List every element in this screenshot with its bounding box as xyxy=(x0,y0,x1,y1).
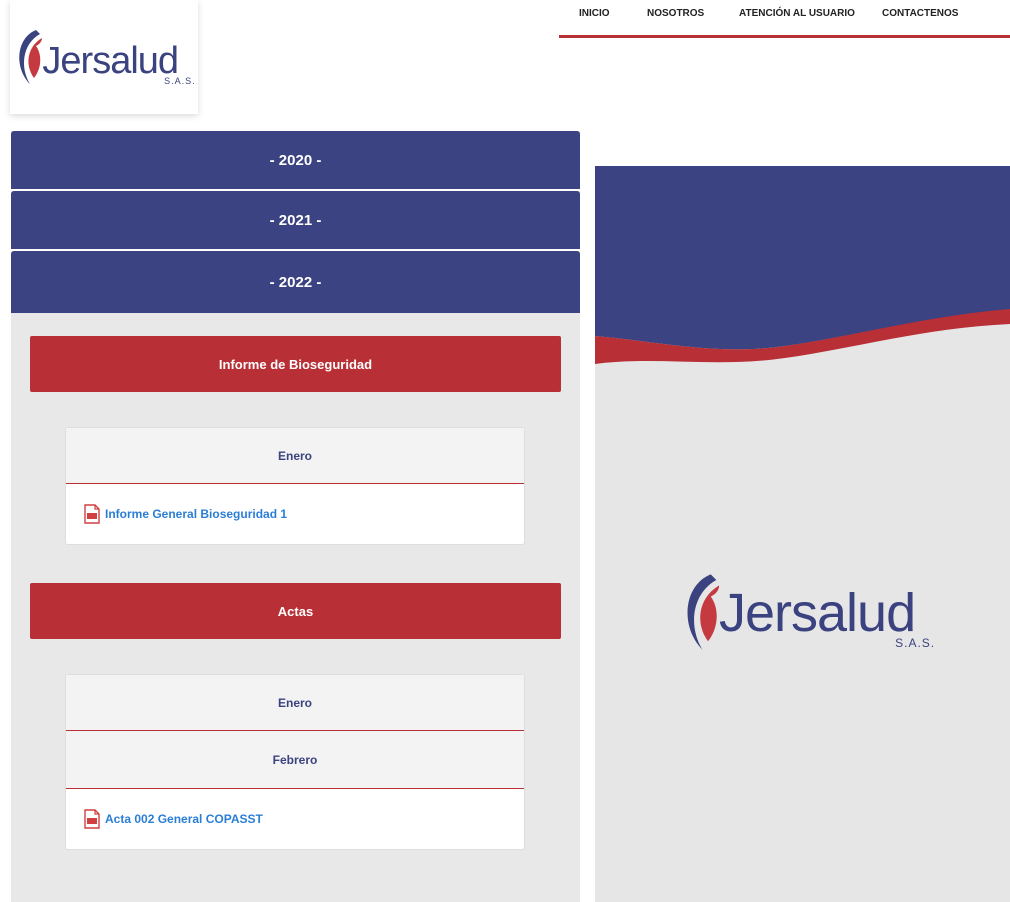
side-banner: Jersalud S.A.S. xyxy=(595,166,1010,902)
pdf-icon xyxy=(84,504,100,524)
month-enero-header[interactable]: Enero xyxy=(66,675,524,731)
documents-accordion: - 2020 - - 2021 - - 2022 - Informe de Bi… xyxy=(11,131,580,902)
actas-card: Enero Febrero Acta 002 General COPASST xyxy=(65,674,525,850)
nav-atencion-al-usuario[interactable]: ATENCIÓN AL USUARIO xyxy=(739,8,855,19)
section-actas-button[interactable]: Actas xyxy=(30,583,561,639)
month-febrero-header[interactable]: Febrero xyxy=(66,731,524,789)
nav-nosotros[interactable]: NOSOTROS xyxy=(647,8,704,19)
page: Jersalud S.A.S. INICIO NOSOTROS ATENCIÓN… xyxy=(0,0,1010,902)
top-nav: INICIO NOSOTROS ATENCIÓN AL USUARIO CONT… xyxy=(559,0,1010,38)
logo-wordmark: Jersalud xyxy=(42,40,179,82)
month-enero-header[interactable]: Enero xyxy=(66,428,524,484)
nav-contactenos[interactable]: CONTACTENOS xyxy=(882,8,958,19)
nav-inicio[interactable]: INICIO xyxy=(579,8,610,19)
file-link-informe-bioseguridad[interactable]: Informe General Bioseguridad 1 xyxy=(105,507,287,521)
bioseguridad-card: Enero Informe General Bioseguridad 1 xyxy=(65,427,525,545)
wave-graphic xyxy=(595,166,1010,364)
banner-logo: Jersalud S.A.S. xyxy=(677,566,935,658)
logo-lockup: Jersalud S.A.S. xyxy=(12,24,195,90)
logo-suffix: S.A.S. xyxy=(164,76,196,86)
file-row: Informe General Bioseguridad 1 xyxy=(66,484,524,544)
header-logo[interactable]: Jersalud S.A.S. xyxy=(10,0,198,114)
pdf-icon xyxy=(84,809,100,829)
banner-suffix: S.A.S. xyxy=(895,636,936,650)
year-2020-header[interactable]: - 2020 - xyxy=(11,131,580,191)
section-bioseguridad-button[interactable]: Informe de Bioseguridad xyxy=(30,336,561,392)
banner-wordmark: Jersalud xyxy=(719,583,916,643)
file-link-acta-copasst[interactable]: Acta 002 General COPASST xyxy=(105,812,263,826)
file-row: Acta 002 General COPASST xyxy=(66,789,524,849)
jersalud-swirl-icon xyxy=(687,574,720,650)
year-2021-header[interactable]: - 2021 - xyxy=(11,191,580,251)
jersalud-swirl-icon xyxy=(19,30,43,84)
year-2022-header[interactable]: - 2022 - xyxy=(11,251,580,313)
